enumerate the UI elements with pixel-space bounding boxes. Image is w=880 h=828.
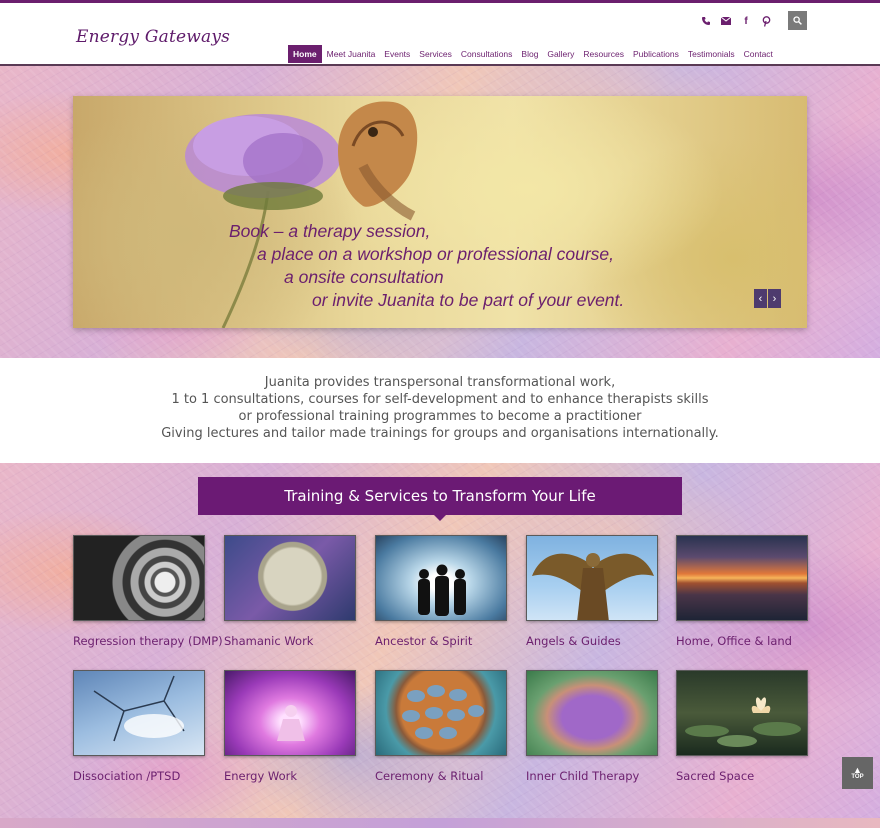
nav-item-blog[interactable]: Blog	[517, 45, 542, 63]
nav-item-resources[interactable]: Resources	[579, 45, 628, 63]
hero-line-4: or invite Juanita to be part of your eve…	[312, 290, 625, 310]
intro-line: or professional training programmes to b…	[238, 409, 642, 424]
nav-item-meet-juanita[interactable]: Meet Juanita	[323, 45, 380, 63]
ceremony-thumbnail[interactable]	[375, 670, 507, 756]
service-label[interactable]: Dissociation /PTSD	[73, 769, 205, 783]
nav-item-contact[interactable]: Contact	[740, 45, 777, 63]
service-label[interactable]: Ancestor & Spirit	[375, 634, 507, 648]
energy-work-thumbnail[interactable]	[224, 670, 356, 756]
sacred-space-thumbnail[interactable]	[676, 670, 808, 756]
nav-item-testimonials[interactable]: Testimonials	[684, 45, 739, 63]
dissociation-thumbnail[interactable]	[73, 670, 205, 756]
service-label[interactable]: Inner Child Therapy	[526, 769, 658, 783]
service-tile-angels[interactable]: Angels & Guides	[526, 535, 658, 648]
main-nav: Home Meet Juanita Events Services Consul…	[288, 45, 778, 63]
nav-item-consultations[interactable]: Consultations	[457, 45, 517, 63]
slider-prev-button[interactable]: ‹	[754, 289, 767, 308]
intro-line: Giving lectures and tailor made training…	[161, 426, 719, 441]
service-tile-inner-child[interactable]: Inner Child Therapy	[526, 670, 658, 783]
nav-item-services[interactable]: Services	[415, 45, 456, 63]
search-icon	[793, 16, 802, 25]
site-header: Energy Gateways f Home Meet Juanita Even…	[0, 0, 880, 66]
service-tile-shamanic[interactable]: Shamanic Work	[224, 535, 356, 648]
social-links: f	[700, 15, 772, 27]
hero-slider: Book – a therapy session, a place on a w…	[73, 96, 807, 328]
service-tile-ceremony[interactable]: Ceremony & Ritual	[375, 670, 507, 783]
arrow-up-icon: ▲	[853, 765, 862, 775]
shamanic-thumbnail[interactable]	[224, 535, 356, 621]
hero-line-1: Book – a therapy session,	[229, 221, 431, 241]
intro-line: Juanita provides transpersonal transform…	[264, 375, 616, 390]
intro-section: Juanita provides transpersonal transform…	[0, 358, 880, 463]
ancestor-thumbnail[interactable]	[375, 535, 507, 621]
chevron-right-icon: ›	[772, 292, 777, 305]
inner-child-thumbnail[interactable]	[526, 670, 658, 756]
search-button[interactable]	[788, 11, 807, 30]
phone-icon[interactable]	[700, 15, 712, 27]
services-title: Training & Services to Transform Your Li…	[198, 477, 682, 521]
service-tile-regression[interactable]: Regression therapy (DMP)	[73, 535, 223, 648]
service-label[interactable]: Energy Work	[224, 769, 356, 783]
facebook-icon[interactable]: f	[740, 15, 752, 27]
service-tile-sacred-space[interactable]: Sacred Space	[676, 670, 808, 783]
service-label[interactable]: Ceremony & Ritual	[375, 769, 507, 783]
hero-line-2: a place on a workshop or professional co…	[257, 244, 615, 264]
chevron-left-icon: ‹	[758, 292, 763, 305]
service-label[interactable]: Regression therapy (DMP)	[73, 634, 223, 648]
nav-item-events[interactable]: Events	[380, 45, 414, 63]
pinterest-icon[interactable]	[760, 15, 772, 27]
service-tile-home-office[interactable]: Home, Office & land	[676, 535, 808, 648]
footer-strip	[0, 818, 880, 828]
regression-thumbnail[interactable]	[73, 535, 205, 621]
service-tile-dissociation[interactable]: Dissociation /PTSD	[73, 670, 205, 783]
service-tile-energy-work[interactable]: Energy Work	[224, 670, 356, 783]
service-label[interactable]: Shamanic Work	[224, 634, 356, 648]
service-label[interactable]: Angels & Guides	[526, 634, 658, 648]
angels-thumbnail[interactable]	[526, 535, 658, 621]
service-label[interactable]: Sacred Space	[676, 769, 808, 783]
mail-icon[interactable]	[720, 15, 732, 27]
service-tile-ancestor[interactable]: Ancestor & Spirit	[375, 535, 507, 648]
slider-next-button[interactable]: ›	[768, 289, 781, 308]
hero-line-3: a onsite consultation	[284, 267, 444, 287]
nav-item-gallery[interactable]: Gallery	[543, 45, 578, 63]
nav-item-publications[interactable]: Publications	[629, 45, 683, 63]
site-logo[interactable]: Energy Gateways	[76, 27, 230, 47]
sunset-thumbnail[interactable]	[676, 535, 808, 621]
intro-line: 1 to 1 consultations, courses for self-d…	[171, 392, 709, 407]
scroll-top-button[interactable]: ▲ TOP	[842, 757, 873, 789]
scroll-top-label: TOP	[851, 774, 864, 780]
nav-item-home[interactable]: Home	[288, 45, 322, 63]
service-label[interactable]: Home, Office & land	[676, 634, 808, 648]
